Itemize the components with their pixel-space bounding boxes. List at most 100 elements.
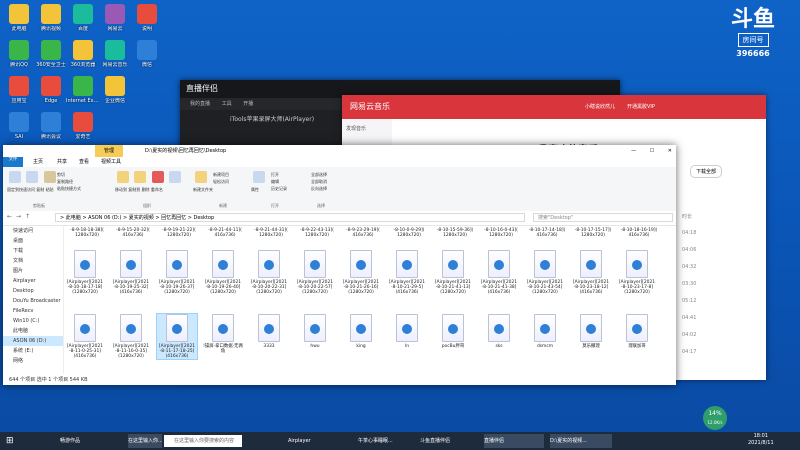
desktop-icon[interactable]: 网易云 bbox=[98, 4, 132, 32]
pin-icon[interactable] bbox=[9, 171, 21, 183]
file-item[interactable]: [Airplayer][2021 -8-10-21-29-5] (416x736… bbox=[387, 250, 427, 295]
desktop-icon[interactable]: 腾讯视频 bbox=[34, 4, 68, 32]
desktop-icon[interactable]: 企业微信 bbox=[98, 76, 132, 104]
file-item[interactable]: 3333 bbox=[249, 314, 289, 349]
desktop-icon[interactable]: 腾讯会议 bbox=[34, 112, 68, 140]
nav-item[interactable]: 图片 bbox=[3, 266, 63, 276]
live-menu-item[interactable]: 我的直播 bbox=[190, 101, 210, 107]
desktop-icon[interactable]: 百度 bbox=[66, 4, 100, 32]
taskbar-button[interactable]: 斗鱼直播伴侣 bbox=[420, 434, 478, 448]
edit-button[interactable]: 编辑 bbox=[271, 178, 311, 185]
file-item[interactable]: 理联加哥 bbox=[617, 314, 657, 349]
close-icon[interactable]: ✕ bbox=[668, 148, 672, 154]
history-button[interactable]: 历史记录 bbox=[271, 185, 311, 192]
search-input[interactable]: 搜索"Desktop" bbox=[533, 213, 673, 222]
taskbar-button[interactable]: 直播伴侣 bbox=[484, 434, 544, 448]
select-none-button[interactable]: 全部取消 bbox=[311, 178, 327, 185]
start-icon[interactable]: ⊞ bbox=[6, 434, 16, 448]
file-item[interactable]: [Airplayer][2021 -8-10-19-26-40] (1280x7… bbox=[203, 250, 243, 295]
nav-item[interactable]: 桌面 bbox=[3, 236, 63, 246]
taskbar-search[interactable]: 在这里输入你要搜索的内容 bbox=[164, 435, 242, 447]
file-item[interactable]: [Airplayer][2021 -8-10-21-41-38] (416x73… bbox=[479, 250, 519, 295]
file-item[interactable]: [Airplayer][2021 -8-11-0-25-31] (416x736… bbox=[65, 314, 105, 359]
taskbar-button[interactable]: 在这里输入你... bbox=[128, 434, 162, 448]
nav-item[interactable]: 此电脑 bbox=[3, 326, 63, 336]
nav-item[interactable]: Desktop bbox=[3, 286, 63, 296]
tab-share[interactable]: 共享 bbox=[57, 157, 67, 167]
file-item[interactable]: -8-9-22-43-13]( 1280x720) bbox=[295, 228, 339, 248]
nav-item[interactable]: 网络 bbox=[3, 356, 63, 366]
properties-icon[interactable] bbox=[253, 171, 265, 183]
copy-to-icon[interactable] bbox=[134, 171, 147, 183]
file-item[interactable]: [Airplayer][2021 -8-11-17-18-25] (416x73… bbox=[156, 313, 198, 360]
minimize-icon[interactable]: — bbox=[631, 148, 636, 154]
file-item[interactable]: -8-10-16-0-43]( 1280x720) bbox=[479, 228, 523, 248]
copy-icon[interactable] bbox=[26, 171, 39, 183]
tab-view[interactable]: 查看 bbox=[79, 157, 89, 167]
delete-icon[interactable] bbox=[151, 171, 164, 183]
taskbar-button[interactable]: 畅游作品 bbox=[60, 434, 110, 448]
file-item[interactable]: -8-9-21-44-31]( 1280x720) bbox=[249, 228, 293, 248]
file-item[interactable]: [Airplayer][2021 -8-10-19-26-37] (1280x7… bbox=[157, 250, 197, 295]
nav-arrows[interactable]: ←→↑ bbox=[7, 213, 34, 220]
desktop-icon[interactable]: 应用宝 bbox=[2, 76, 36, 104]
taskbar-button[interactable]: 午茶心事睡眠... bbox=[358, 434, 416, 448]
desktop-icon[interactable]: 说明 bbox=[130, 4, 164, 32]
file-item[interactable]: [Airplayer][2021 -8-10-21-26-16] (1280x7… bbox=[341, 250, 381, 295]
file-item[interactable]: [Airplayer][2021 -8-10-23-17-8] (1280x72… bbox=[617, 250, 657, 295]
network-meter[interactable]: 14% 12.0K/s bbox=[703, 406, 727, 430]
desktop-icon[interactable]: 爱奇艺 bbox=[66, 112, 100, 140]
nav-item[interactable]: 快速访问 bbox=[3, 226, 63, 236]
select-all-button[interactable]: 全部选择 bbox=[311, 171, 327, 178]
music-side-item[interactable]: 发现音乐 bbox=[346, 125, 388, 132]
file-item[interactable]: [Airplayer][2021 -8-10-20-22-57] (1280x7… bbox=[295, 250, 335, 295]
file-item[interactable]: hwu bbox=[295, 314, 335, 349]
file-item[interactable]: -8-9-15-20-32]( 416x736) bbox=[111, 228, 155, 248]
nav-item[interactable]: 下载 bbox=[3, 246, 63, 256]
file-item[interactable]: [Airplayer][2021 -8-10-20-22-31] (1280x7… bbox=[249, 250, 289, 295]
nav-item[interactable]: 文档 bbox=[3, 256, 63, 266]
live-menu-item[interactable]: 开播 bbox=[243, 101, 253, 107]
desktop-icon[interactable]: Edge bbox=[34, 76, 68, 104]
file-item[interactable]: [Airplayer][2021 -8-10-21-41-13] (1280x7… bbox=[433, 250, 473, 295]
file-item[interactable]: !操屏·拿口数据·无两角 bbox=[203, 314, 243, 354]
open-button[interactable]: 打开 bbox=[271, 171, 311, 178]
desktop-icon[interactable]: Internet Explorer bbox=[66, 76, 100, 104]
file-item[interactable]: -8-9-23-29-19]( 416x736) bbox=[341, 228, 385, 248]
file-item[interactable]: 莫乐撒理 bbox=[571, 314, 611, 349]
paste-icon[interactable] bbox=[43, 171, 56, 183]
file-item[interactable]: -8-10-0-9-29]( 1280x720) bbox=[387, 228, 431, 248]
file-item[interactable]: -8-10-17-14-18]( 416x736) bbox=[525, 228, 569, 248]
clock[interactable]: 18:01 2021/8/11 bbox=[748, 433, 774, 447]
tab-home[interactable]: 主页 bbox=[33, 157, 43, 167]
file-item[interactable]: -8-10-17-15-17]( 1280x720) bbox=[571, 228, 615, 248]
file-item[interactable]: [Airplayer][2021 -8-10-19-25-32] (416x73… bbox=[111, 250, 151, 295]
nav-item[interactable]: Airplayer bbox=[3, 276, 63, 286]
file-item[interactable]: -8-9-21-44-11]( 416x736) bbox=[203, 228, 247, 248]
live-menu-item[interactable]: 工具 bbox=[222, 101, 232, 107]
desktop-icon[interactable]: SAI bbox=[2, 112, 36, 140]
file-item[interactable]: [Airplayer][2021 -8-10-21-43-54] (1280x7… bbox=[525, 250, 565, 295]
file-item[interactable]: sks bbox=[479, 314, 519, 349]
file-item[interactable]: [Airplayer][2021 -8-10-18-17-18] (1280x7… bbox=[65, 250, 105, 295]
nav-item[interactable]: ASON 06 (D:) bbox=[3, 336, 63, 346]
desktop-icon[interactable]: 此电脑 bbox=[2, 4, 36, 32]
music-user[interactable]: 小瞎说欣然儿 bbox=[585, 95, 615, 119]
address-bar[interactable]: > 此电脑 > ASON 06 (D:) > 夏实的视频 > 回忆再回忆 > D… bbox=[55, 213, 525, 222]
manage-tab[interactable]: 管理 bbox=[95, 145, 123, 157]
rename-icon[interactable] bbox=[168, 171, 181, 183]
file-item[interactable]: [Airplayer][2021 -8-10-23-18-12] (416x73… bbox=[571, 250, 611, 295]
file-item[interactable]: -8-9-18-18-38]( 1280x720) bbox=[65, 228, 109, 248]
file-explorer-window[interactable]: 管理 D:\夏实的视频\回忆再回忆\Desktop — ☐ ✕ 文件 主页 共享… bbox=[3, 145, 676, 385]
file-item[interactable]: -8-10-15-59-36]( 1280x720) bbox=[433, 228, 477, 248]
nav-item[interactable]: Win10 (C:) bbox=[3, 316, 63, 326]
nav-item[interactable]: 系统 (E:) bbox=[3, 346, 63, 356]
desktop-icon[interactable]: 微信 bbox=[130, 40, 164, 68]
download-all-button[interactable]: 下载全部 bbox=[690, 165, 723, 178]
music-vip[interactable]: 开通黑胶VIP bbox=[627, 95, 655, 119]
tab-video-tools[interactable]: 视频工具 bbox=[101, 157, 121, 167]
desktop-icon[interactable]: 360浏览器 bbox=[66, 40, 100, 68]
file-item[interactable]: dsmcm bbox=[525, 314, 565, 349]
invert-selection-button[interactable]: 反向选择 bbox=[311, 185, 327, 192]
file-item[interactable]: king bbox=[341, 314, 381, 349]
